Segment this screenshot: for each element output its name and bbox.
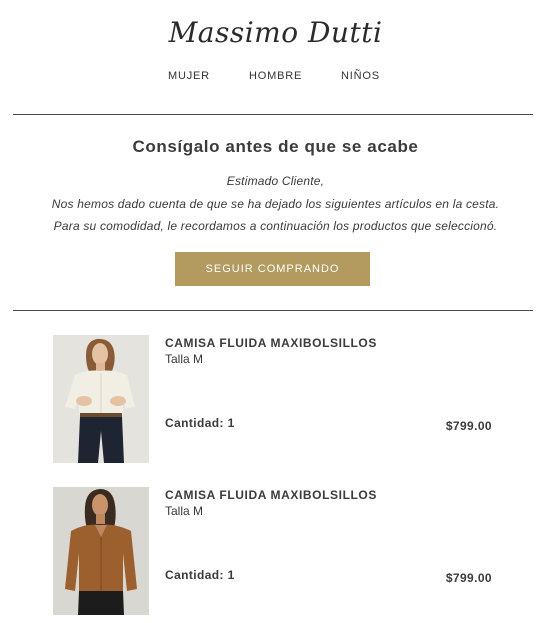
product-price: $799.00 xyxy=(445,571,492,585)
product-item: CAMISA FLUIDA MAXIBOLSILLOS Talla M Cant… xyxy=(0,335,551,463)
nav-item-ninos[interactable]: NIÑOS xyxy=(341,70,380,82)
product-quantity: Cantidad: 1 xyxy=(165,568,235,582)
nav-item-hombre[interactable]: HOMBRE xyxy=(249,70,302,82)
message-line-2: Para su comodidad, le recordamos a conti… xyxy=(53,219,498,233)
email-header: Massimo Dutti MUJER HOMBRE NIÑOS xyxy=(0,0,551,114)
products-divider xyxy=(13,310,533,311)
product-price: $799.00 xyxy=(445,419,492,433)
brand-logo[interactable]: Massimo Dutti xyxy=(0,16,551,49)
continue-shopping-button[interactable]: SEGUIR COMPRANDO xyxy=(175,252,370,286)
product-photo-model-white-shirt xyxy=(53,335,149,463)
nav-item-mujer[interactable]: MUJER xyxy=(168,70,210,82)
product-name[interactable]: CAMISA FLUIDA MAXIBOLSILLOS xyxy=(165,488,377,502)
message-line-1: Nos hemos dado cuenta de que se ha dejad… xyxy=(51,197,500,211)
product-item: CAMISA FLUIDA MAXIBOLSILLOS Talla M Cant… xyxy=(0,487,551,615)
greeting-text: Estimado Cliente, xyxy=(226,174,325,188)
product-size: Talla M xyxy=(165,504,204,518)
product-size: Talla M xyxy=(165,352,204,366)
product-photo-model-brown-shirt xyxy=(53,487,149,615)
main-nav: MUJER HOMBRE NIÑOS xyxy=(0,70,551,84)
product-image[interactable] xyxy=(53,487,149,615)
product-quantity: Cantidad: 1 xyxy=(165,416,235,430)
product-image[interactable] xyxy=(53,335,149,463)
product-name[interactable]: CAMISA FLUIDA MAXIBOLSILLOS xyxy=(165,336,377,350)
top-divider xyxy=(13,114,533,115)
message-title: Consígalo antes de que se acabe xyxy=(132,137,419,156)
